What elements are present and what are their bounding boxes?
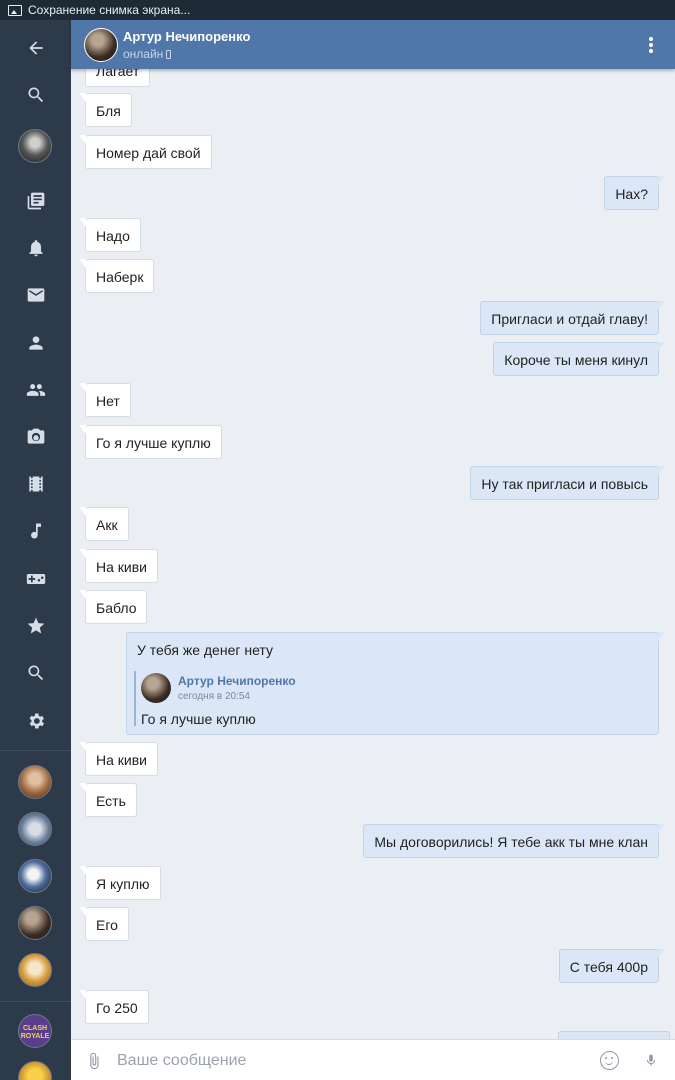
message-incoming: Бабло <box>78 590 148 624</box>
quote-bar <box>134 671 136 726</box>
chat-avatar-3[interactable] <box>18 859 52 893</box>
gamepad-icon[interactable] <box>0 559 71 599</box>
message-outgoing: Пригласи и отдай главу! <box>480 301 665 335</box>
message-incoming: На киви <box>79 549 158 583</box>
message-incoming: Го я лучше куплю <box>79 425 222 459</box>
person-icon[interactable] <box>0 323 71 363</box>
message-input[interactable] <box>117 1048 587 1073</box>
emoji-icon[interactable] <box>600 1051 619 1070</box>
system-status-bar: Сохранение снимка экрана... <box>0 0 675 20</box>
message-incoming: На киви <box>79 742 158 776</box>
search-icon[interactable] <box>0 653 71 693</box>
message-incoming: Его <box>79 907 129 941</box>
message-outgoing-with-reply: У тебя же денег нету Артур Нечипоренко с… <box>126 632 665 735</box>
message-incoming: Я куплю <box>79 866 161 900</box>
chat-avatar-1[interactable] <box>18 765 52 799</box>
star-icon[interactable] <box>0 606 71 646</box>
group-icon[interactable] <box>0 370 71 410</box>
message-outgoing: Мы договорились! Я тебе акк ты мне клан <box>363 824 665 858</box>
search-icon[interactable] <box>0 75 71 115</box>
contact-status: онлайн <box>123 47 172 61</box>
quote-time: сегодня в 20:54 <box>178 691 250 702</box>
music-icon[interactable] <box>0 511 71 551</box>
camera-icon[interactable] <box>0 417 71 457</box>
message-incoming: Акк <box>79 507 129 541</box>
contact-name[interactable]: Артур Нечипоренко <box>123 29 250 44</box>
chat-avatar-4[interactable] <box>18 906 52 940</box>
reply-message-text: У тебя же денег нету <box>137 642 273 658</box>
message-incoming: Лагает <box>85 69 151 87</box>
profile-avatar[interactable] <box>18 129 52 163</box>
message-incoming: Номер дай свой <box>79 135 212 169</box>
contact-avatar[interactable] <box>84 28 118 62</box>
message-incoming: Го 250 <box>79 990 149 1024</box>
message-incoming: Нет <box>79 383 131 417</box>
mail-icon[interactable] <box>0 275 71 315</box>
message-incoming: Есть <box>79 783 137 817</box>
screenshot-icon <box>8 4 22 16</box>
mobile-icon <box>166 50 172 59</box>
chat-avatar-5[interactable] <box>18 953 52 987</box>
chat-avatar-7[interactable] <box>18 1061 52 1080</box>
quote-author[interactable]: Артур Нечипоренко <box>178 674 296 688</box>
message-outgoing: Короче ты меня кинул <box>493 342 665 376</box>
left-nav-rail: CLASH ROYALE <box>0 20 71 1080</box>
status-bar-text: Сохранение снимка экрана... <box>28 3 191 17</box>
message-list[interactable]: Лагает Бля Номер дай свой Нах? Надо Набе… <box>71 69 675 1039</box>
more-menu-icon[interactable] <box>649 37 653 53</box>
rail-divider <box>0 1001 71 1002</box>
back-arrow-icon[interactable] <box>0 28 71 68</box>
news-icon[interactable] <box>0 181 71 221</box>
message-incoming: Бля <box>79 93 132 127</box>
paperclip-icon[interactable] <box>85 1051 103 1071</box>
film-icon[interactable] <box>0 464 71 504</box>
rail-divider <box>0 750 71 751</box>
gear-icon[interactable] <box>0 701 71 741</box>
message-outgoing: Ну так пригласи и повысь <box>470 466 665 500</box>
chat-avatar-2[interactable] <box>18 812 52 846</box>
message-outgoing: С тебя 400р <box>558 949 666 983</box>
quote-text: Го я лучше куплю <box>141 711 256 727</box>
message-incoming: Наберк <box>78 259 155 293</box>
message-outgoing-partial <box>558 1031 670 1039</box>
message-outgoing: Нах? <box>604 176 665 210</box>
message-composer <box>71 1039 675 1080</box>
microphone-icon[interactable] <box>644 1050 658 1071</box>
bell-icon[interactable] <box>0 228 71 268</box>
quote-avatar <box>141 673 171 703</box>
chat-header: Артур Нечипоренко онлайн <box>71 20 675 69</box>
contact-status-text: онлайн <box>123 47 164 61</box>
message-incoming: Надо <box>79 218 141 252</box>
chat-avatar-clash-royale[interactable]: CLASH ROYALE <box>18 1014 52 1048</box>
